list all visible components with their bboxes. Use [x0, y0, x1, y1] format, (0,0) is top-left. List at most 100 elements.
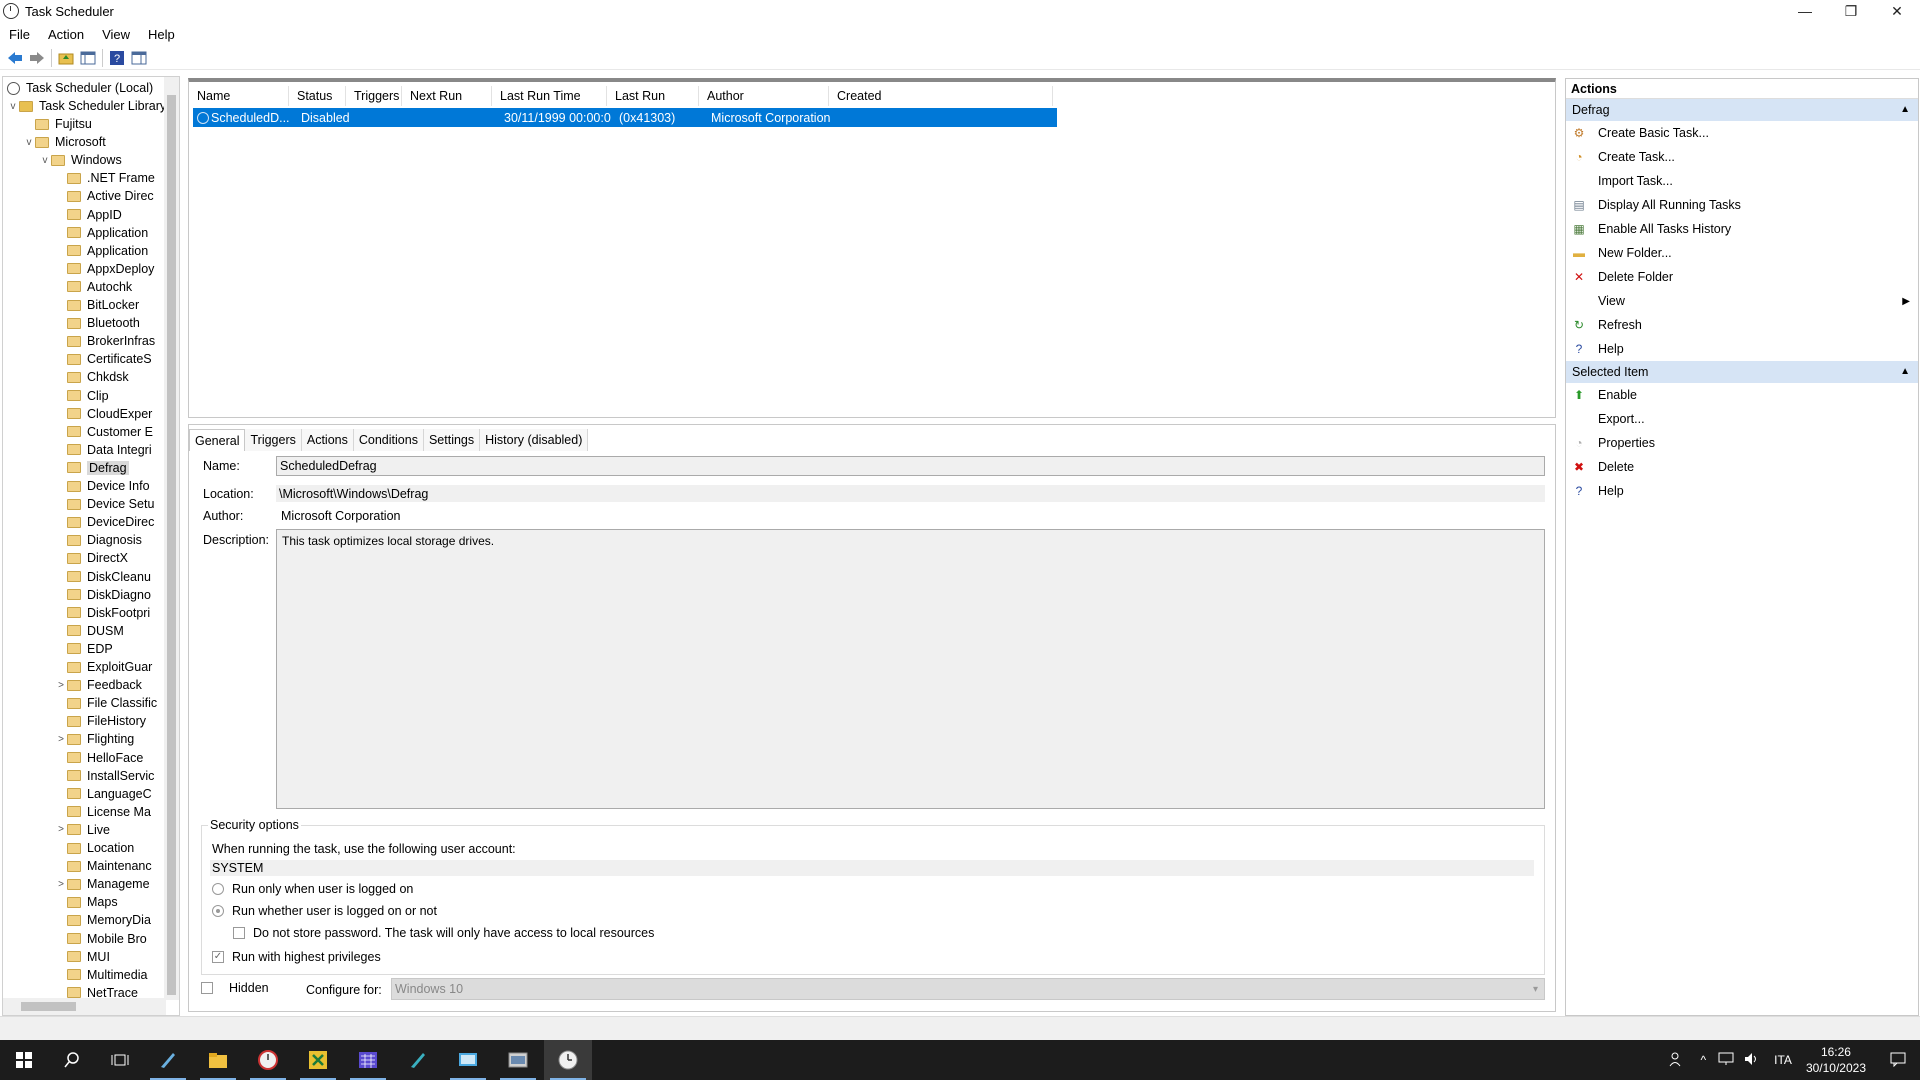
tree-item[interactable]: BrokerInfras: [55, 332, 155, 350]
location-field[interactable]: \Microsoft\Windows\Defrag: [276, 485, 1545, 502]
tree-item[interactable]: AppxDeploy: [55, 260, 154, 278]
menu-view[interactable]: View: [93, 27, 139, 42]
action-item[interactable]: ⬆ Enable: [1566, 383, 1918, 407]
tree-item[interactable]: License Ma: [55, 803, 151, 821]
tree-item[interactable]: Application: [55, 242, 148, 260]
column-next-run-time[interactable]: Next Run Time: [402, 86, 492, 123]
tree-item[interactable]: FileHistory: [55, 712, 146, 730]
show-hide-action-pane-button[interactable]: [128, 48, 150, 68]
volume-icon[interactable]: [1744, 1052, 1760, 1069]
tab-triggers[interactable]: Triggers: [245, 429, 302, 451]
tab-conditions[interactable]: Conditions: [353, 429, 424, 451]
column-status[interactable]: Status: [289, 86, 346, 106]
action-center-icon[interactable]: [1890, 1051, 1906, 1070]
tree-item[interactable]: ExploitGuar: [55, 658, 152, 676]
minimize-button[interactable]: —: [1782, 0, 1828, 22]
action-item[interactable]: ▤ Display All Running Tasks: [1566, 193, 1918, 217]
chevron-right-icon[interactable]: >: [55, 734, 67, 745]
tree-item[interactable]: .NET Frame: [55, 169, 155, 187]
tree-item[interactable]: DUSM: [55, 622, 124, 640]
task-view-button[interactable]: [96, 1040, 144, 1080]
tree-item[interactable]: > Feedback: [55, 676, 142, 694]
chevron-right-icon[interactable]: >: [55, 824, 67, 835]
tree-item[interactable]: Bluetooth: [55, 314, 140, 332]
tree-item[interactable]: CloudExper: [55, 405, 152, 423]
chevron-down-icon[interactable]: v: [39, 155, 51, 166]
scroll-thumb[interactable]: [167, 95, 176, 995]
tree-item[interactable]: Multimedia: [55, 966, 147, 984]
tab-settings[interactable]: Settings: [423, 429, 481, 451]
author-field[interactable]: Microsoft Corporation: [276, 507, 876, 524]
tree-item[interactable]: Application: [55, 224, 148, 242]
clock[interactable]: 16:26 30/10/2023: [1796, 1044, 1876, 1076]
actions-section-selected-item[interactable]: Selected Item ▲: [1566, 361, 1918, 383]
user-account-field[interactable]: SYSTEM: [210, 860, 1534, 876]
tree-item[interactable]: DeviceDirec: [55, 513, 154, 531]
tree-item[interactable]: InstallServic: [55, 767, 154, 785]
collapse-caret-icon[interactable]: ▲: [1900, 99, 1910, 121]
tree-item[interactable]: Location: [55, 839, 134, 857]
action-item[interactable]: ? Help: [1566, 479, 1918, 503]
checkbox-checked[interactable]: ✓: [212, 951, 224, 963]
tree-item[interactable]: Autochk: [55, 278, 132, 296]
tree-item[interactable]: LanguageC: [55, 785, 152, 803]
column-triggers[interactable]: Triggers: [346, 86, 402, 106]
taskbar-app-pen-2[interactable]: [394, 1040, 442, 1080]
tree-item[interactable]: BitLocker: [55, 296, 139, 314]
taskbar-app-calendar[interactable]: [344, 1040, 392, 1080]
checkbox-highest-privileges[interactable]: ✓ Run with highest privileges: [212, 950, 381, 964]
tree-item[interactable]: Maps: [55, 893, 118, 911]
action-item[interactable]: Import Task...: [1566, 169, 1918, 193]
radio-button-selected[interactable]: [212, 905, 224, 917]
checkbox[interactable]: [233, 927, 245, 939]
tree-item[interactable]: v Windows: [39, 151, 122, 169]
tree-item[interactable]: CertificateS: [55, 350, 152, 368]
action-item[interactable]: ⚙ Create Basic Task...: [1566, 121, 1918, 145]
taskbar-task-scheduler[interactable]: [544, 1040, 592, 1080]
forward-button[interactable]: [26, 48, 48, 68]
tree-item[interactable]: Device Info: [55, 477, 150, 495]
taskbar-app-clock[interactable]: [244, 1040, 292, 1080]
column-last-run-result[interactable]: Last Run Result: [607, 86, 699, 123]
radio-run-whether-logged-on[interactable]: Run whether user is logged on or not: [212, 904, 437, 918]
tree-item[interactable]: Fujitsu: [23, 115, 92, 133]
table-row[interactable]: ScheduledD... Disabled 30/11/1999 00:00:…: [193, 108, 1057, 127]
tree-item[interactable]: AppID: [55, 206, 122, 224]
menu-action[interactable]: Action: [39, 27, 93, 42]
tree-item[interactable]: EDP: [55, 640, 113, 658]
input-language[interactable]: ITA: [1774, 1053, 1792, 1067]
tree-item[interactable]: File Classific: [55, 694, 157, 712]
tree-item[interactable]: Mobile Bro: [55, 930, 147, 948]
action-item[interactable]: ✕ Delete Folder: [1566, 265, 1918, 289]
network-icon[interactable]: [1718, 1052, 1734, 1069]
action-item[interactable]: Export...: [1566, 407, 1918, 431]
help-button[interactable]: ?: [106, 48, 128, 68]
tree-item[interactable]: Defrag: [55, 459, 129, 477]
column-name[interactable]: Name: [189, 86, 289, 106]
tree-item[interactable]: Data Integri: [55, 441, 152, 459]
tab-general[interactable]: General: [189, 429, 246, 451]
tree-item[interactable]: Diagnosis: [55, 531, 142, 549]
menu-help[interactable]: Help: [139, 27, 184, 42]
tree-item[interactable]: > Manageme: [55, 875, 149, 893]
column-last-run-time[interactable]: Last Run Time: [492, 86, 607, 106]
checkbox-hidden[interactable]: Hidden: [201, 981, 269, 995]
tree-item[interactable]: HelloFace: [55, 749, 143, 767]
action-item[interactable]: ◔ Create Task...: [1566, 145, 1918, 169]
show-hide-console-tree-button[interactable]: [77, 48, 99, 68]
chevron-down-icon[interactable]: v: [23, 137, 35, 148]
taskbar-app-excel[interactable]: [294, 1040, 342, 1080]
description-field[interactable]: This task optimizes local storage drives…: [276, 529, 1545, 809]
tree-root[interactable]: Task Scheduler (Local): [7, 79, 153, 97]
action-item[interactable]: ▬ New Folder...: [1566, 241, 1918, 265]
tree-item[interactable]: Chkdsk: [55, 368, 129, 386]
tree-item[interactable]: Customer E: [55, 423, 153, 441]
taskbar-app-window[interactable]: [444, 1040, 492, 1080]
taskbar-app-control-panel[interactable]: [494, 1040, 542, 1080]
action-item[interactable]: ✖ Delete: [1566, 455, 1918, 479]
tree-horizontal-scrollbar[interactable]: [3, 998, 166, 1015]
radio-run-logged-on[interactable]: Run only when user is logged on: [212, 882, 413, 896]
start-button[interactable]: [0, 1040, 48, 1080]
collapse-caret-icon[interactable]: ▲: [1900, 361, 1910, 383]
action-item[interactable]: ◔ Properties: [1566, 431, 1918, 455]
